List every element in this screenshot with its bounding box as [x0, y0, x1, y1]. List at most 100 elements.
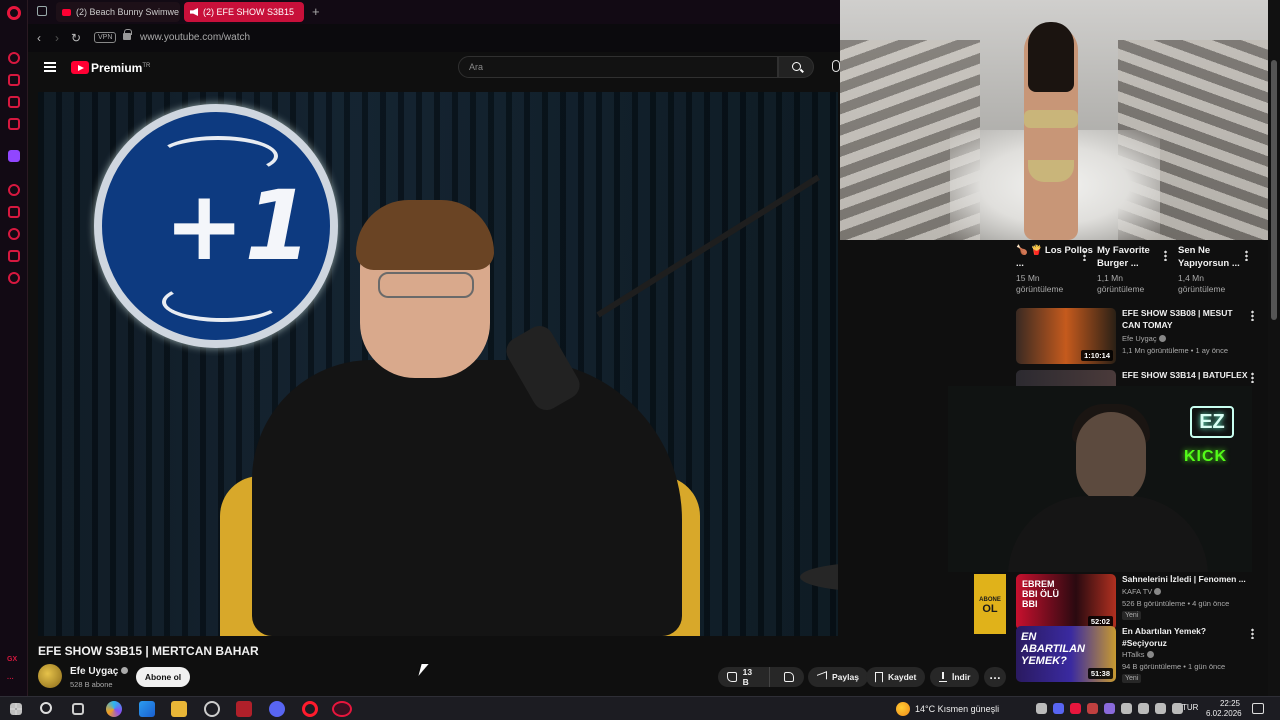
clock[interactable]: 22:25 6.02.2026 — [1206, 699, 1242, 719]
chrome-icon[interactable] — [204, 701, 220, 717]
gx-corner-label[interactable]: GX — [7, 656, 17, 663]
download-icon — [939, 672, 947, 682]
download-button[interactable]: İndir — [930, 667, 980, 687]
player-icon[interactable] — [8, 184, 20, 196]
short-menu-icon[interactable] — [1245, 250, 1248, 261]
taskbar-search-icon[interactable] — [40, 702, 52, 714]
input-language[interactable]: TUR — [1182, 703, 1198, 712]
reload-icon[interactable]: ↻ — [71, 31, 81, 45]
video-thumbnail[interactable]: EBREM BBI ÖLÜ BBI 52:02 — [1016, 574, 1116, 630]
lock-icon[interactable] — [123, 29, 132, 40]
shopping-icon[interactable] — [8, 74, 20, 86]
windows-start-icon[interactable] — [10, 703, 22, 715]
tray-app-icon[interactable] — [1104, 703, 1115, 714]
search-icon[interactable] — [778, 56, 814, 78]
speed-dial-icon[interactable] — [8, 52, 20, 64]
recommended-video[interactable]: EFE SHOW S3B14 | BATUFLEX — [1016, 370, 1270, 386]
extensions-icon[interactable] — [8, 250, 20, 262]
voicemod-icon[interactable] — [236, 701, 252, 717]
video-thumbnail[interactable]: 1:10:14 — [1016, 308, 1116, 364]
recommended-video[interactable]: EBREM BBI ÖLÜ BBI 52:02 Sahnelerini İzle… — [1016, 574, 1270, 634]
notification-icon[interactable] — [1252, 703, 1264, 714]
like-dislike-group: 13 B — [718, 667, 804, 687]
video-title[interactable]: EFE SHOW S3B14 | BATUFLEX — [1122, 370, 1250, 382]
vpn-badge[interactable]: VPN — [94, 32, 117, 43]
thumbnail-text: EBREM BBI ÖLÜ BBI — [1022, 579, 1059, 609]
video-title[interactable]: EFE SHOW S3B08 | MESUT CAN TOMAY — [1122, 308, 1250, 331]
more-sidebar-icon[interactable]: ··· — [7, 676, 14, 683]
video-menu-icon[interactable] — [1251, 372, 1254, 383]
channel-avatar[interactable] — [38, 664, 62, 688]
video-menu-icon[interactable] — [1251, 310, 1254, 321]
download-label: İndir — [952, 672, 971, 682]
opera-icon[interactable] — [302, 701, 318, 717]
like-button[interactable]: 13 B — [718, 667, 770, 687]
video-meta: 94 B görüntüleme • 1 gün önce — [1122, 662, 1226, 671]
save-button[interactable]: Kaydet — [866, 667, 926, 687]
system-tray — [1036, 703, 1183, 714]
video-title[interactable]: Sahnelerini İzledi | Fenomen ... — [1122, 574, 1250, 586]
tray-discord-icon[interactable] — [1053, 703, 1064, 714]
edge-icon[interactable] — [139, 701, 155, 717]
channel-name[interactable]: KAFA TV — [1122, 587, 1162, 596]
voice-search-icon[interactable] — [832, 60, 840, 72]
short-menu-icon[interactable] — [1164, 250, 1167, 261]
weather-widget[interactable]: 14°C Kısmen güneşli — [896, 702, 999, 716]
back-icon[interactable]: ‹ — [37, 31, 41, 45]
video-thumbnail[interactable]: EN ABARTILAN YEMEK? 51:38 — [1016, 626, 1116, 682]
task-view-icon[interactable] — [72, 703, 84, 715]
channel-name[interactable]: HTalks — [1122, 650, 1154, 659]
forward-icon[interactable]: › — [55, 31, 59, 45]
discord-icon[interactable] — [269, 701, 285, 717]
tab-efe-show[interactable]: (2) EFE SHOW S3B15 — [184, 2, 304, 22]
youtube-premium-logo[interactable]: PremiumTR — [91, 61, 150, 75]
channel-name[interactable]: Efe Uygaç — [1122, 334, 1166, 343]
video-thumbnail[interactable] — [1016, 370, 1116, 386]
mouse-cursor-icon — [418, 664, 429, 676]
short-menu-icon[interactable] — [1083, 250, 1086, 261]
dislike-button[interactable] — [775, 667, 804, 687]
subscribe-button[interactable]: Abone ol — [136, 667, 190, 687]
opera-gx-icon[interactable] — [332, 701, 352, 717]
tab-beach-bunny[interactable]: (2) Beach Bunny Swimwe — [56, 2, 180, 22]
subscriber-count: 528 B abone — [70, 680, 113, 689]
history-icon[interactable] — [8, 228, 20, 240]
instagram-icon[interactable] — [8, 118, 20, 130]
twitch-icon[interactable] — [8, 150, 20, 162]
channel-name[interactable]: Efe Uygaç — [70, 666, 129, 677]
video-meta: 1,1 Mn görüntüleme • 1 ay önce — [1122, 346, 1229, 355]
tray-mic-icon[interactable] — [1138, 703, 1149, 714]
search-input[interactable] — [458, 56, 778, 78]
verified-icon — [121, 667, 129, 674]
tray-opera-icon[interactable] — [1070, 703, 1081, 714]
tray-app-icon[interactable] — [1087, 703, 1098, 714]
video-menu-icon[interactable] — [1251, 628, 1254, 639]
youtube-logo-icon[interactable] — [71, 61, 89, 74]
tab-islands-icon[interactable] — [37, 6, 47, 16]
video-player[interactable]: +1 — [38, 92, 838, 636]
recommended-video[interactable]: 1:10:14 EFE SHOW S3B08 | MESUT CAN TOMAY… — [1016, 308, 1270, 368]
bookmark-icon[interactable] — [8, 206, 20, 218]
new-tab-button[interactable]: + — [312, 4, 320, 19]
video-title[interactable]: En Abartılan Yemek? #Seçiyoruz — [1122, 626, 1250, 649]
tray-wifi-icon[interactable] — [1155, 703, 1166, 714]
share-icon — [817, 671, 827, 683]
opera-logo-icon[interactable] — [7, 6, 21, 20]
tray-network-icon[interactable] — [1121, 703, 1132, 714]
scrollbar-thumb[interactable] — [1271, 60, 1277, 320]
url-text[interactable]: www.youtube.com/watch — [140, 32, 250, 43]
settings-icon[interactable] — [8, 272, 20, 284]
copilot-icon[interactable] — [106, 701, 122, 717]
short-views: 15 Mn görüntüleme — [1016, 273, 1064, 294]
messenger-icon[interactable] — [8, 96, 20, 108]
page-scrollbar[interactable] — [1268, 0, 1280, 696]
file-explorer-icon[interactable] — [171, 701, 187, 717]
share-button[interactable]: Paylaş — [808, 667, 868, 687]
more-actions-button[interactable]: … — [984, 667, 1006, 687]
recommended-video[interactable]: EN ABARTILAN YEMEK? 51:38 En Abartılan Y… — [1016, 626, 1270, 686]
tray-chevron-icon[interactable] — [1036, 703, 1047, 714]
mini-player[interactable] — [840, 0, 1268, 240]
speaker-icon[interactable] — [190, 8, 198, 16]
menu-icon[interactable] — [44, 62, 56, 72]
guest-body — [252, 360, 682, 636]
